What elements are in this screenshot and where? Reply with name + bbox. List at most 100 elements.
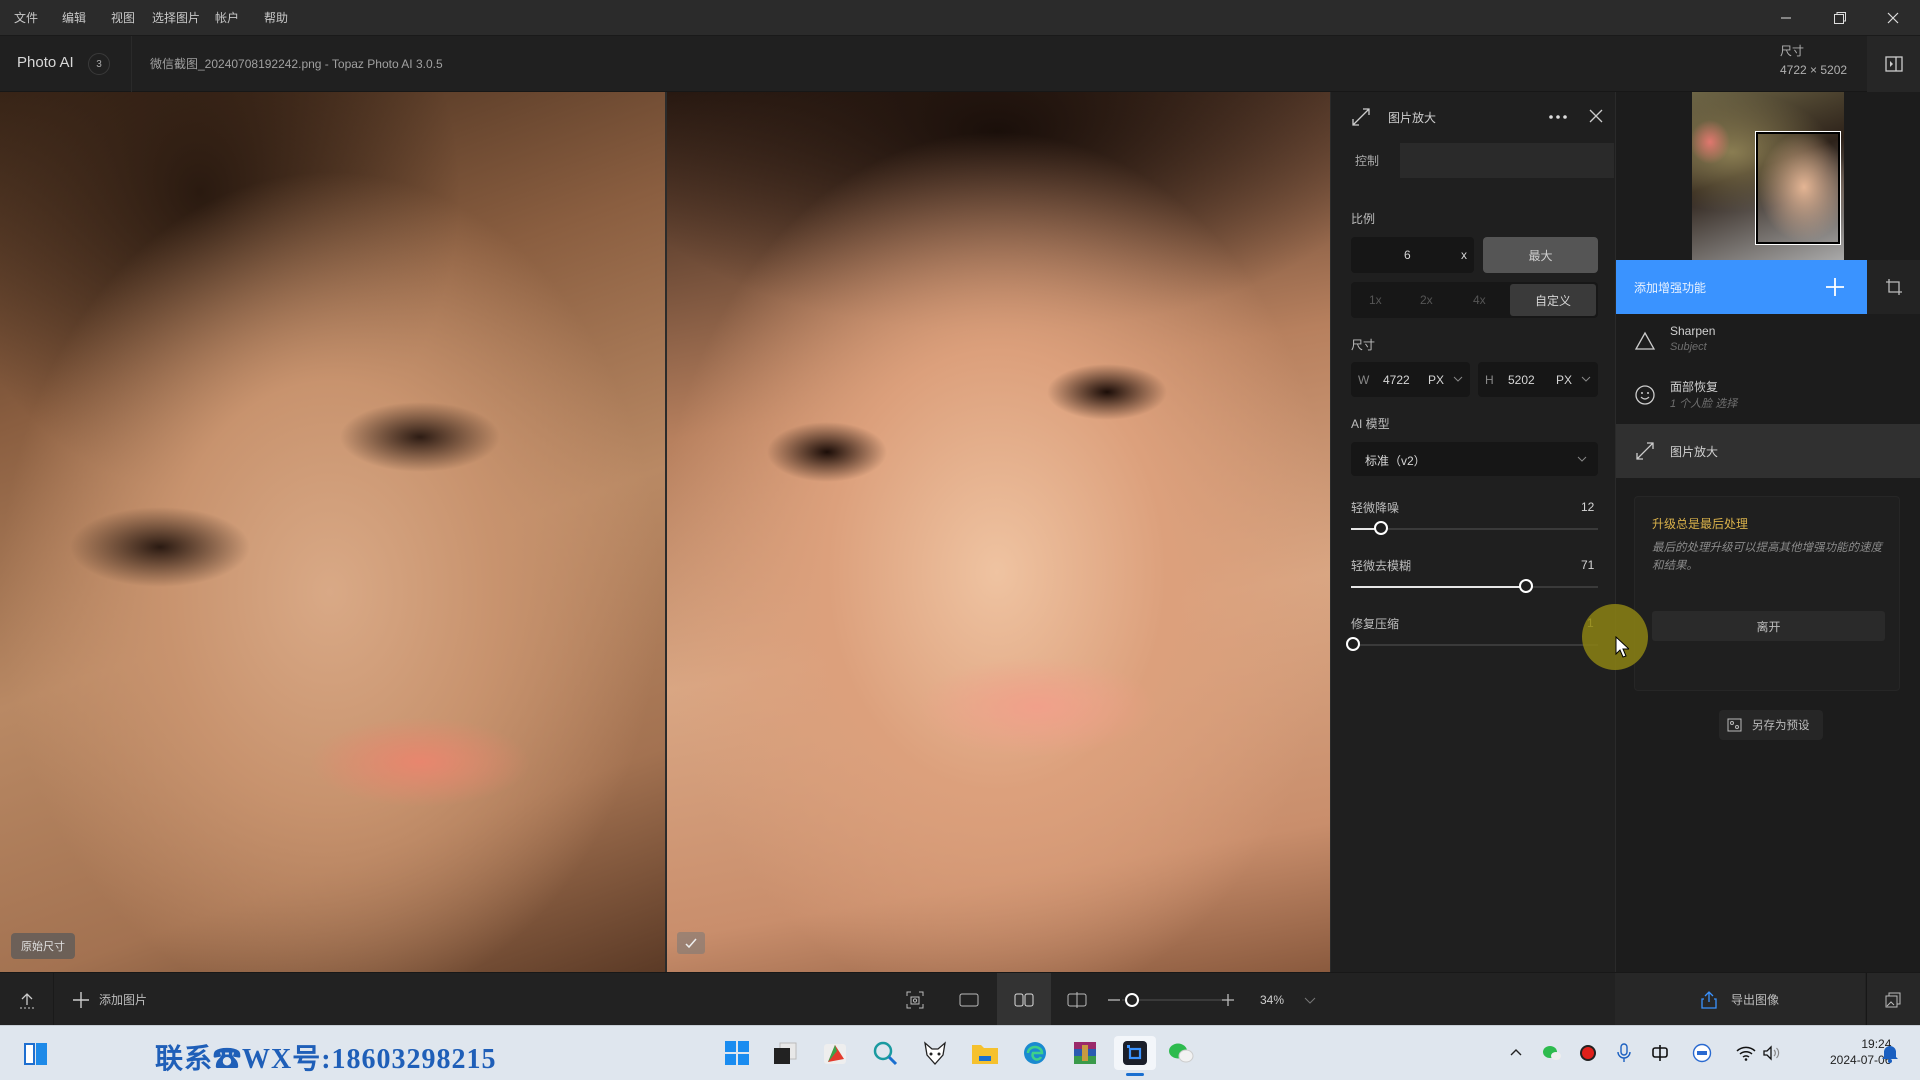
side-by-side-view-button[interactable] (997, 973, 1051, 1026)
expand-icon (1636, 442, 1654, 460)
preset-4x[interactable]: 4x (1473, 293, 1486, 307)
screenshot-view-button[interactable] (890, 973, 940, 1026)
preset-custom-label: 自定义 (1534, 293, 1571, 308)
navigator-viewport-frame[interactable] (1755, 131, 1841, 245)
task-view-icon (774, 1042, 797, 1064)
add-image-label: 添加图片 (99, 993, 148, 1007)
processed-image-preview[interactable] (667, 92, 1330, 972)
expand-icon (1352, 108, 1370, 126)
close-panel-icon[interactable] (1589, 109, 1603, 123)
enhancement-name: 图片放大 (1670, 445, 1719, 459)
widgets-icon[interactable] (24, 1043, 48, 1065)
title-bar: Photo AI 3 微信截图_20240708192242.png - Top… (0, 36, 1920, 92)
height-input[interactable]: H 5202 PX (1478, 362, 1598, 397)
chevron-up-icon[interactable] (1510, 1048, 1522, 1056)
taskbar-start[interactable] (720, 1036, 754, 1070)
taskbar-edge[interactable] (1018, 1036, 1052, 1070)
upload-button[interactable] (0, 973, 54, 1026)
single-view-button[interactable] (944, 973, 994, 1026)
tray-microphone[interactable] (1612, 1041, 1636, 1065)
divider (131, 36, 132, 92)
original-image-preview[interactable] (0, 92, 665, 972)
original-size-label: 原始尺寸 (11, 933, 75, 959)
iflytek-icon (1692, 1043, 1712, 1063)
menu-edit[interactable]: 编辑 (62, 9, 86, 26)
close-window-button[interactable] (1866, 0, 1920, 36)
preset-2x[interactable]: 2x (1420, 293, 1433, 307)
taskbar-wechat[interactable] (1164, 1036, 1198, 1070)
zoom-slider-thumb[interactable] (1125, 993, 1139, 1007)
zoom-in-icon[interactable] (1221, 993, 1235, 1007)
slider-thumb[interactable] (1519, 579, 1534, 593)
height-prefix: H (1485, 373, 1494, 387)
camera-frame-icon (906, 991, 924, 1008)
scale-input[interactable]: 6 x (1351, 237, 1474, 273)
crop-button[interactable] (1867, 260, 1920, 314)
width-input[interactable]: W 4722 PX (1351, 362, 1470, 397)
wechat-icon (1543, 1046, 1561, 1060)
tray-volume[interactable] (1760, 1041, 1784, 1065)
add-enhancement-button[interactable]: 添加增强功能 (1616, 260, 1867, 314)
tray-ime[interactable] (1648, 1041, 1672, 1065)
add-enhancement-label: 添加增强功能 (1634, 281, 1707, 295)
bell-icon (1882, 1046, 1898, 1063)
width-value: 4722 (1383, 373, 1410, 387)
save-preset-button[interactable]: 另存为预设 (1719, 710, 1823, 740)
taskbar-fox-app[interactable] (918, 1036, 952, 1070)
taskbar-winrar[interactable] (1068, 1036, 1102, 1070)
height-unit[interactable]: PX (1556, 373, 1572, 387)
menu-account[interactable]: 帐户 (215, 9, 239, 26)
export-icon (1701, 990, 1717, 1009)
tray-wifi[interactable] (1734, 1041, 1758, 1065)
taskbar-search[interactable] (868, 1036, 902, 1070)
batch-export-button[interactable] (1866, 973, 1920, 1026)
taskbar-topaz-photo-ai[interactable] (1114, 1036, 1156, 1070)
minimize-button[interactable] (1759, 0, 1813, 36)
enhancement-item-upscale[interactable]: 图片放大 (1616, 424, 1920, 478)
menu-file[interactable]: 文件 (14, 9, 38, 26)
tray-notifications[interactable] (1878, 1041, 1902, 1065)
taskbar-task-view[interactable] (768, 1036, 802, 1070)
split-view-button[interactable] (1052, 973, 1102, 1026)
restore-button[interactable] (1813, 0, 1867, 36)
add-image-button[interactable]: 添加图片 (72, 973, 162, 1026)
enhancement-item-face-recovery[interactable]: 面部恢复 1 个人脸 选择 (1616, 368, 1920, 422)
taskbar-file-explorer[interactable] (968, 1036, 1002, 1070)
chevron-down-icon[interactable] (1304, 997, 1316, 1004)
enhancement-item-sharpen[interactable]: Sharpen Subject (1616, 314, 1920, 368)
zoom-level[interactable]: 34% (1260, 993, 1284, 1007)
scale-presets: 1x 2x 4x 自定义 (1351, 282, 1598, 318)
zoom-out-icon[interactable] (1108, 998, 1120, 1002)
chevron-down-icon (1581, 376, 1591, 382)
slider-track[interactable] (1351, 528, 1598, 530)
record-icon (1580, 1045, 1596, 1061)
menu-help[interactable]: 帮助 (264, 9, 288, 26)
tab-controls[interactable]: 控制 (1334, 143, 1400, 178)
slider-thumb[interactable] (1346, 637, 1361, 651)
preset-custom[interactable]: 自定义 (1510, 284, 1596, 316)
image-count-badge[interactable]: 3 (88, 53, 110, 75)
tray-record[interactable] (1576, 1041, 1600, 1065)
slider-track[interactable] (1351, 644, 1598, 646)
max-scale-button[interactable]: 最大 (1483, 237, 1598, 273)
tray-iflytek[interactable] (1690, 1041, 1714, 1065)
ai-model-select[interactable]: 标准（v2） (1351, 442, 1598, 476)
topaz-app-icon (1123, 1041, 1147, 1065)
close-icon (1887, 12, 1899, 24)
upscale-settings-panel: 图片放大 控制 比例 6 x 最大 1x 2x 4x 自定义 尺寸 W 4722… (1330, 92, 1615, 972)
more-options-icon[interactable] (1548, 114, 1568, 120)
enhancement-name: 面部恢复 (1670, 380, 1719, 394)
preset-1x[interactable]: 1x (1369, 293, 1382, 307)
tip-dismiss-label: 离开 (1756, 619, 1781, 634)
taskbar-snip-app[interactable] (818, 1036, 852, 1070)
windows-start-icon (725, 1041, 749, 1065)
export-image-button[interactable]: 导出图像 (1615, 973, 1865, 1026)
menu-select-image[interactable]: 选择图片 (152, 9, 200, 26)
slider-thumb[interactable] (1373, 521, 1388, 535)
menu-view[interactable]: 视图 (111, 9, 135, 26)
wifi-icon (1736, 1046, 1756, 1061)
tray-wechat[interactable] (1540, 1041, 1564, 1065)
toggle-panel-button[interactable] (1867, 36, 1920, 92)
tip-dismiss-button[interactable]: 离开 (1652, 611, 1885, 641)
width-unit[interactable]: PX (1428, 373, 1444, 387)
